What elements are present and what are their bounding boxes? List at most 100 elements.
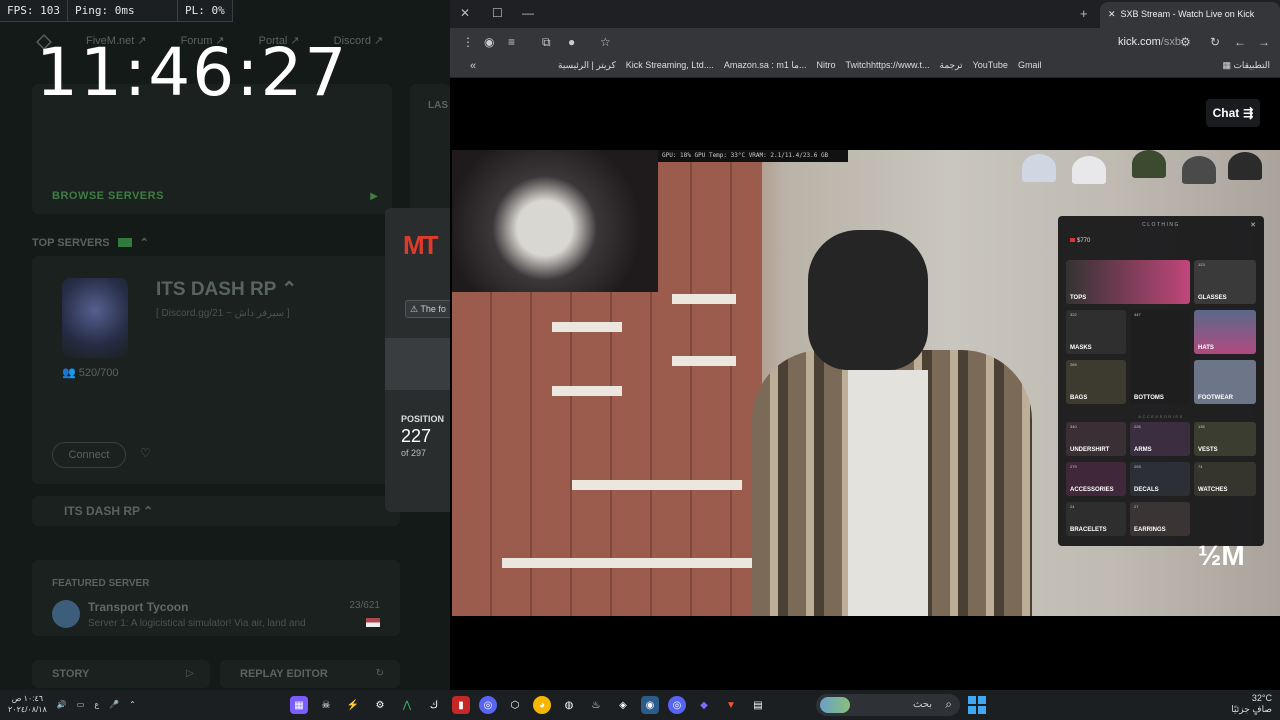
volume-icon[interactable]: 🔊 <box>57 700 67 709</box>
browser-window: ✕ ☐ — + ✕ SXB Stream - Watch Live on Kic… <box>450 0 1280 690</box>
top-server-card[interactable]: ITS DASH RP ⌃ [ Discord.gg/21 ~ سيرفر دا… <box>32 256 400 484</box>
stream-video[interactable]: GPU: 18% GPU Temp: 33°C VRAM: 2.1/11.4/2… <box>452 150 1280 616</box>
clothing-cat-hats: HATS <box>1194 310 1256 354</box>
extension-badge-icon[interactable]: ● <box>568 35 575 49</box>
browse-servers-button[interactable]: BROWSE SERVERS <box>52 190 164 202</box>
reload-icon[interactable]: ↻ <box>1210 35 1220 49</box>
clock-overlay: 11:46:27 <box>36 34 349 111</box>
clothing-cat-decals: 293 DECALS <box>1130 462 1190 496</box>
bookmark-star-icon[interactable]: ☆ <box>600 35 611 49</box>
featured-server-avatar <box>52 600 80 628</box>
taskbar-search[interactable]: بحث ⌕ <box>816 694 960 716</box>
featured-server-desc: Server 1: A logicistical simulator! Via … <box>88 618 306 629</box>
bookmarks-overflow-icon[interactable]: « <box>470 60 476 72</box>
category-label: BAGS <box>1070 395 1088 401</box>
shelf <box>672 294 736 304</box>
close-window-icon[interactable]: ✕ <box>460 6 470 20</box>
chrome-icon[interactable]: ◉ <box>641 696 659 714</box>
search-placeholder: بحث <box>912 699 932 710</box>
file-explorer-icon[interactable]: ▤ <box>749 696 767 714</box>
discord-icon[interactable]: ◎ <box>479 696 497 714</box>
steam-like-icon[interactable]: ⚙ <box>371 696 389 714</box>
story-label: STORY <box>52 668 90 680</box>
top-servers-heading: TOP SERVERS ⌃ <box>32 236 149 250</box>
play-icon: ▷ <box>186 668 194 679</box>
app-icon[interactable]: ◆ <box>695 696 713 714</box>
bookmark-item[interactable]: Gmail <box>1018 60 1042 71</box>
shelf <box>552 322 622 332</box>
media-icon[interactable]: ≡ <box>508 35 515 49</box>
clothing-cat-undershirt: 340 UNDERSHIRT <box>1066 422 1126 456</box>
category-count: 447 <box>1134 312 1141 317</box>
site-settings-icon[interactable]: ⚙ <box>1180 35 1191 49</box>
chat-toggle-button[interactable]: Chat ⇶ <box>1206 99 1260 127</box>
featured-server-panel[interactable]: FEATURED SERVER Transport Tycoon Server … <box>32 560 400 636</box>
controller-icon[interactable]: ◈ <box>614 696 632 714</box>
steam-icon[interactable]: ♨ <box>587 696 605 714</box>
bookmark-item[interactable]: Nitro <box>816 60 835 71</box>
menu-dots-icon[interactable]: ⋮ <box>462 35 474 49</box>
keyboard-language[interactable]: ع <box>94 700 99 709</box>
server-discord: [ Discord.gg/21 ~ سيرفر داش ] <box>156 308 290 319</box>
refresh-icon: ↻ <box>375 668 384 679</box>
microphone-icon[interactable]: 🎤 <box>109 700 119 709</box>
app-icon[interactable]: ◕ <box>533 696 551 714</box>
bookmark-item[interactable]: Twitchhttps://www.t... <box>845 60 929 71</box>
connect-button[interactable]: Connect <box>52 442 126 468</box>
story-button[interactable]: STORY ▷ <box>32 660 210 688</box>
tray-clock[interactable]: ١٠:٤٦ ص ٢٠٢٤/٠٨/١٨ <box>8 693 47 715</box>
url-field[interactable]: kick.com/sxb <box>1118 36 1181 48</box>
back-icon[interactable]: → <box>1258 35 1270 49</box>
bookmark-item[interactable]: ترجمة <box>940 60 963 71</box>
server-avatar <box>62 278 128 358</box>
bookmark-item[interactable]: Amazon.sa : m1 ما... <box>724 60 807 71</box>
show-hidden-icons-icon[interactable]: ⌃ <box>129 700 136 709</box>
category-label: MASKS <box>1070 345 1092 351</box>
bookmark-item[interactable]: كريتر | الرئيسية <box>558 60 616 71</box>
replay-editor-button[interactable]: REPLAY EDITOR ↻ <box>220 660 400 688</box>
fivem-icon[interactable]: ⋀ <box>398 696 416 714</box>
hat <box>1022 154 1056 182</box>
clothing-cat-accessories: 279 ACCESSORIES <box>1066 462 1126 496</box>
apps-bookmark[interactable]: ▦ التطبيقات <box>1222 60 1270 71</box>
discord-icon[interactable]: ◎ <box>668 696 686 714</box>
app-icon[interactable]: ▮ <box>452 696 470 714</box>
connected-server-bar[interactable]: ITS DASH RP ⌃ <box>32 496 400 526</box>
app-icon[interactable]: ☠ <box>317 696 335 714</box>
forward-icon[interactable]: ← <box>1234 35 1246 49</box>
bookmark-list: كريتر | الرئيسية Kick Streaming, Ltd....… <box>558 60 1041 71</box>
app-icon[interactable]: ⚡ <box>344 696 362 714</box>
app-icon[interactable]: ◍ <box>560 696 578 714</box>
clothing-cat-bottoms: 447 BOTTOMS <box>1130 310 1190 404</box>
category-count: 340 <box>1070 424 1077 429</box>
start-button[interactable] <box>968 696 986 714</box>
category-count: 123 <box>1198 262 1205 267</box>
new-tab-icon[interactable]: + <box>1080 6 1088 21</box>
category-count: 322 <box>1070 312 1077 317</box>
tab-kick-stream[interactable]: ✕ SXB Stream - Watch Live on Kick <box>1100 2 1280 28</box>
search-highlight-image <box>820 697 850 713</box>
weather-temp: 32°C <box>1251 693 1272 703</box>
maximize-window-icon[interactable]: ☐ <box>492 6 503 20</box>
play-arrow-icon[interactable]: ▶ <box>370 191 378 202</box>
cube-icon[interactable]: ⬡ <box>506 696 524 714</box>
chevron-up-icon[interactable]: ⌃ <box>140 236 149 249</box>
minimize-window-icon[interactable]: — <box>522 6 534 20</box>
extensions-icon[interactable]: ⧉ <box>542 35 551 50</box>
app-icon[interactable]: ﻙ <box>425 696 443 714</box>
cash-amount: $770 <box>1077 238 1091 244</box>
weather-widget[interactable]: 32°C صافٍ جزئيًا <box>1231 693 1272 715</box>
chat-label: Chat <box>1212 106 1240 120</box>
category-count: 27 <box>1134 504 1139 509</box>
app-icon[interactable]: ▦ <box>290 696 308 714</box>
brave-icon[interactable]: ▼ <box>722 696 740 714</box>
network-icon[interactable]: ▭ <box>77 700 85 709</box>
heart-icon[interactable]: ♡ <box>140 446 151 460</box>
bookmark-item[interactable]: YouTube <box>973 60 1008 71</box>
flag-icon <box>117 238 132 247</box>
bookmarks-bar: « كريتر | الرئيسية Kick Streaming, Ltd..… <box>450 56 1280 78</box>
clothing-cat-glasses: 123 GLASSES <box>1194 260 1256 304</box>
profile-icon[interactable]: ◉ <box>484 35 494 49</box>
fps-readout: FPS: 103 <box>0 0 68 21</box>
bookmark-item[interactable]: Kick Streaming, Ltd.... <box>626 60 714 71</box>
